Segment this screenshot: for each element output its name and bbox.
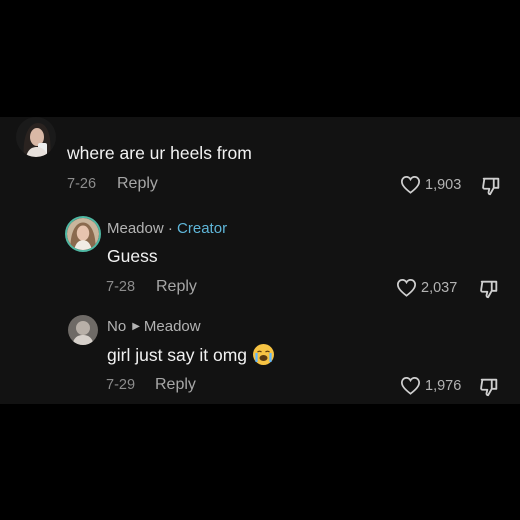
comment-date: 7-29 <box>106 377 136 393</box>
separator: · <box>163 220 178 237</box>
like-count: 1,903 <box>425 176 462 193</box>
heart-icon <box>396 279 417 297</box>
thumbs-down-icon <box>480 280 498 299</box>
loudly-crying-face-icon <box>252 344 274 365</box>
dislike-button[interactable] <box>478 278 500 300</box>
creator-avatar[interactable] <box>65 216 101 252</box>
avatar[interactable] <box>68 315 98 345</box>
reply-arrow-icon: ▶ <box>132 321 140 332</box>
reply-username-line: No ▶ Meadow <box>107 318 201 335</box>
heart-icon <box>400 176 421 194</box>
like-button[interactable]: 1,903 <box>400 175 461 194</box>
avatar[interactable] <box>16 117 56 157</box>
reply-button[interactable]: Reply <box>155 376 196 394</box>
like-count: 2,037 <box>421 279 458 296</box>
user-avatar-image <box>68 315 98 345</box>
heart-icon <box>400 377 421 395</box>
comment-text-line: girl just say it omg <box>107 344 274 366</box>
like-count: 1,976 <box>425 377 462 394</box>
thumbs-down-icon <box>480 378 498 397</box>
user-avatar-image <box>16 117 56 157</box>
comment-text: girl just say it omg <box>107 345 248 365</box>
comment-date: 7-26 <box>67 176 97 192</box>
like-button[interactable]: 2,037 <box>396 278 457 297</box>
reply-button[interactable]: Reply <box>156 278 197 296</box>
username[interactable]: No <box>107 318 126 335</box>
comment-date: 7-28 <box>106 279 136 295</box>
reply-to-username[interactable]: Meadow <box>144 318 201 335</box>
creator-badge: Creator <box>177 220 228 237</box>
comments-panel: where are ur heels from 7-26 Reply 1,903… <box>0 117 520 404</box>
username[interactable]: Meadow <box>107 220 164 237</box>
thumbs-down-icon <box>482 177 500 196</box>
reply-button[interactable]: Reply <box>117 175 158 193</box>
dislike-button[interactable] <box>478 376 500 398</box>
like-button[interactable]: 1,976 <box>400 376 461 395</box>
dislike-button[interactable] <box>480 175 502 197</box>
creator-avatar-image <box>67 218 99 250</box>
creator-username-line: Meadow · Creator <box>107 220 227 237</box>
comment-text: Guess <box>107 246 158 266</box>
comment-text: where are ur heels from <box>67 143 252 163</box>
